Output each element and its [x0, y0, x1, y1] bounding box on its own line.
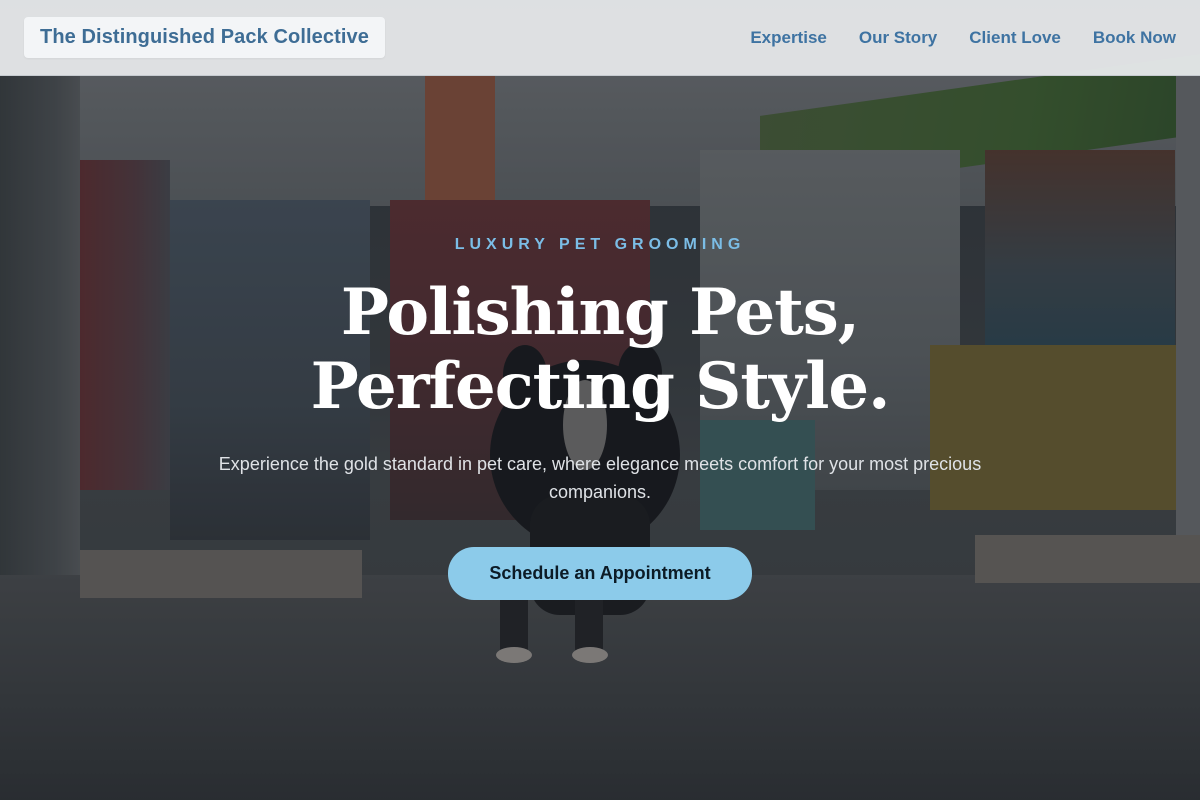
hero-section: The Distinguished Pack Collective Expert…	[0, 0, 1200, 800]
nav-link-client-love[interactable]: Client Love	[969, 28, 1061, 48]
brand-logo[interactable]: The Distinguished Pack Collective	[24, 17, 385, 58]
headline-line-1: Polishing Pets,	[340, 275, 860, 350]
headline-line-2: Perfecting Style.	[310, 349, 891, 424]
top-navbar: The Distinguished Pack Collective Expert…	[0, 0, 1200, 76]
hero-content: LUXURY PET GROOMING Polishing Pets, Perf…	[0, 236, 1200, 600]
nav-link-expertise[interactable]: Expertise	[750, 28, 827, 48]
nav-link-our-story[interactable]: Our Story	[859, 28, 937, 48]
nav-link-book-now[interactable]: Book Now	[1093, 28, 1176, 48]
hero-subtitle: Experience the gold standard in pet care…	[218, 454, 982, 502]
hero-headline: Polishing Pets, Perfecting Style.	[310, 275, 891, 424]
nav-links: Expertise Our Story Client Love Book Now	[750, 28, 1176, 48]
hero-eyebrow: LUXURY PET GROOMING	[454, 236, 746, 253]
schedule-appointment-button[interactable]: Schedule an Appointment	[448, 547, 752, 600]
